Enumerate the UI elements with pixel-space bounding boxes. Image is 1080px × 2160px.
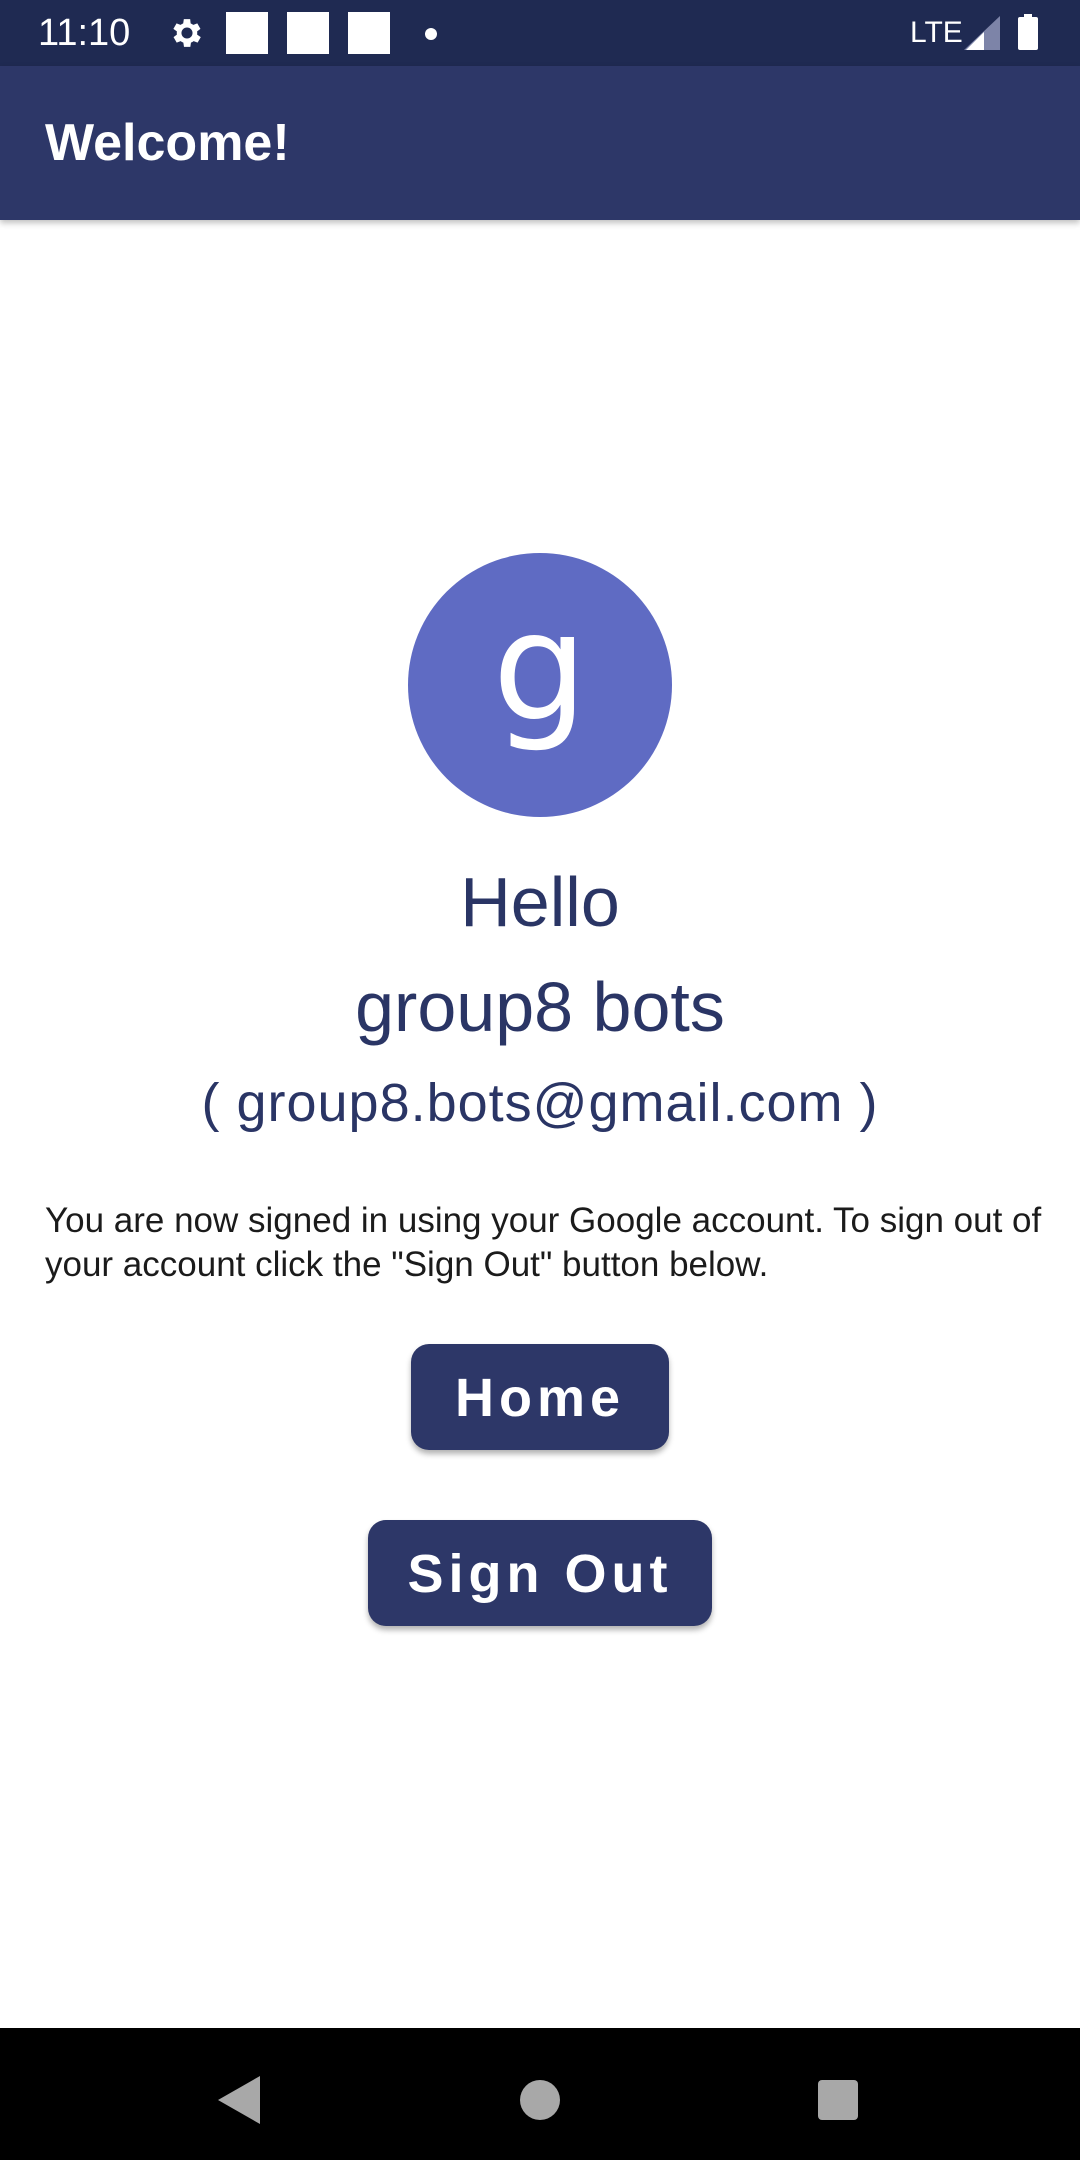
- avatar-letter: g: [492, 581, 588, 755]
- sign-in-info-text: You are now signed in using your Google …: [45, 1201, 1042, 1284]
- back-icon[interactable]: [218, 2076, 260, 2124]
- home-icon[interactable]: [520, 2080, 560, 2120]
- user-name: group8 bots: [355, 968, 725, 1046]
- page-title: Welcome!: [45, 114, 290, 172]
- notification-square-icon: [348, 12, 390, 54]
- signal-icon: [964, 16, 1000, 50]
- network-type: LTE: [910, 16, 963, 49]
- navigation-bar: [0, 2028, 1080, 2160]
- sign-out-button[interactable]: Sign Out: [368, 1520, 712, 1626]
- status-bar: 11:10 LTE: [0, 0, 1080, 66]
- recents-icon[interactable]: [818, 2080, 858, 2120]
- home-button[interactable]: Home: [411, 1344, 669, 1450]
- app-bar: Welcome!: [0, 66, 1080, 220]
- user-email: ( group8.bots@gmail.com ): [201, 1073, 879, 1133]
- status-time: 11:10: [38, 12, 131, 54]
- battery-icon: [1018, 14, 1038, 50]
- notification-square-icon: [287, 12, 329, 54]
- gear-icon: [173, 19, 201, 47]
- avatar: g: [408, 553, 672, 817]
- dot-icon: [425, 28, 437, 40]
- greeting-text: Hello: [460, 863, 620, 941]
- notification-square-icon: [226, 12, 268, 54]
